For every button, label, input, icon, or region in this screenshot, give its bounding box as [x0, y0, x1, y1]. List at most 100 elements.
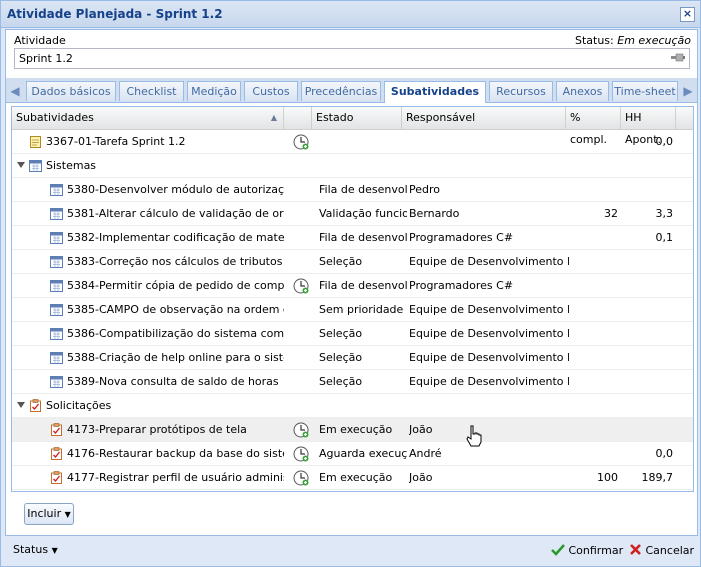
- tab-checklist[interactable]: Checklist: [119, 81, 184, 101]
- pct-compl-cell: [566, 298, 618, 322]
- subatividade-name[interactable]: 5381-Alterar cálculo de validação de ord…: [67, 202, 284, 226]
- expand-toggle-icon[interactable]: [17, 402, 25, 408]
- pct-compl-cell: [566, 442, 618, 466]
- calendar-icon: [50, 327, 63, 340]
- group-label: Solicitações: [46, 399, 112, 412]
- hh-apont-cell: 3,3: [655, 207, 674, 220]
- tab-subatividades[interactable]: Subatividades: [384, 81, 486, 103]
- timesheet-clock-icon[interactable]: [293, 470, 309, 486]
- col-header-estado[interactable]: Estado: [312, 107, 402, 129]
- calendar-icon: [50, 207, 63, 220]
- confirmar-button[interactable]: Confirmar: [551, 542, 623, 560]
- responsavel-cell: Equipe de Desenvolvimento ERP (: [409, 303, 569, 316]
- table-row[interactable]: 5380-Desenvolver módulo de autorização d…: [12, 178, 693, 202]
- subatividade-name[interactable]: 4176-Restaurar backup da base do sistema…: [67, 442, 284, 466]
- tab-recursos[interactable]: Recursos: [489, 81, 553, 101]
- atividade-label: Atividade: [14, 34, 66, 47]
- responsavel-cell: Programadores C#: [409, 279, 514, 292]
- hh-apont-cell: 0,1: [655, 231, 674, 244]
- check-icon: [551, 544, 565, 556]
- table-row[interactable]: 5383-Correção nos cálculos de tributos d…: [12, 250, 693, 274]
- estado-cell: Seleção: [319, 327, 363, 340]
- hh-apont-cell: 0,0: [655, 135, 674, 148]
- table-row[interactable]: 5385-CAMPO de observação na ordem de ...…: [12, 298, 693, 322]
- table-row[interactable]: 5381-Alterar cálculo de validação de ord…: [12, 202, 693, 226]
- grid-header: Subatividades ▲ Estado Responsável % comp…: [12, 107, 693, 146]
- table-row[interactable]: 5389-Nova consulta de saldo de horas Sele…: [12, 370, 693, 394]
- tab-time-sheet[interactable]: Time-sheet: [612, 81, 678, 101]
- table-row[interactable]: 3367-01-Tarefa Sprint 1.2 0,0: [12, 130, 693, 154]
- tab-precedencias[interactable]: Precedências: [301, 81, 381, 101]
- subatividade-name[interactable]: 5389-Nova consulta de saldo de horas: [67, 370, 284, 394]
- dialog-window: Atividade Planejada - Sprint 1.2 × Ativi…: [0, 0, 701, 567]
- table-row[interactable]: 4176-Restaurar backup da base do sistema…: [12, 442, 693, 466]
- hh-apont-cell: 0,0: [655, 447, 674, 460]
- close-button[interactable]: ×: [680, 7, 695, 22]
- status-menu-button[interactable]: Status ▼: [13, 543, 58, 556]
- subatividade-name[interactable]: 5388-Criação de help online para o siste…: [67, 346, 284, 370]
- group-row[interactable]: Sistemas: [12, 154, 693, 178]
- subatividade-name[interactable]: 5382-Implementar codificação de materiai…: [67, 226, 284, 250]
- estado-cell: Seleção: [319, 375, 363, 388]
- cancelar-button[interactable]: Cancelar: [629, 542, 694, 560]
- clipboard-icon: [50, 423, 63, 436]
- col-header-icon[interactable]: [284, 107, 312, 129]
- subatividade-name[interactable]: 4173-Preparar protótipos de tela: [67, 418, 284, 442]
- subatividade-name[interactable]: 5380-Desenvolver módulo de autorização d…: [67, 178, 284, 202]
- subatividade-name[interactable]: 5386-Compatibilização do sistema com o I…: [67, 322, 284, 346]
- table-row[interactable]: 5382-Implementar codificação de materiai…: [12, 226, 693, 250]
- timesheet-clock-icon[interactable]: [293, 446, 309, 462]
- pct-compl-cell: 32: [604, 207, 618, 220]
- timesheet-clock-icon[interactable]: [293, 134, 309, 150]
- col-header-responsavel[interactable]: Responsável: [402, 107, 566, 129]
- calendar-icon: [29, 159, 42, 172]
- pct-compl-cell: [566, 370, 618, 394]
- subatividade-name[interactable]: 3367-01-Tarefa Sprint 1.2: [46, 130, 284, 154]
- table-row[interactable]: 4173-Preparar protótipos de tela Em execu…: [12, 418, 693, 442]
- timesheet-clock-icon[interactable]: [293, 422, 309, 438]
- subatividade-name[interactable]: 5385-CAMPO de observação na ordem de ...: [67, 298, 284, 322]
- status-display: Status: Em execução: [575, 34, 691, 47]
- subatividade-name[interactable]: 4177-Registrar perfil de usuário adminis…: [67, 466, 284, 490]
- pct-compl-cell: [566, 130, 618, 154]
- pin-icon[interactable]: [671, 53, 685, 62]
- incluir-button[interactable]: Incluir ▼: [24, 503, 74, 525]
- tab-custos[interactable]: Custos: [244, 81, 298, 101]
- table-row[interactable]: 5388-Criação de help online para o siste…: [12, 346, 693, 370]
- pct-compl-cell: [566, 322, 618, 346]
- col-header-hh-apont[interactable]: HH Apont.: [621, 107, 676, 146]
- col-header-label: Subatividades: [16, 111, 94, 124]
- tab-scroll-left-icon[interactable]: ◀: [8, 82, 22, 100]
- col-header-subatividades[interactable]: Subatividades ▲: [12, 107, 284, 129]
- cancelar-label: Cancelar: [645, 544, 695, 557]
- hh-apont-cell: [621, 178, 673, 202]
- hh-apont-cell: [621, 346, 673, 370]
- table-row[interactable]: 5384-Permitir cópia de pedido de compras…: [12, 274, 693, 298]
- calendar-icon: [50, 375, 63, 388]
- dropdown-arrow-icon: ▼: [64, 510, 71, 519]
- estado-cell: Validação funcion: [319, 207, 407, 220]
- title-bar[interactable]: Atividade Planejada - Sprint 1.2 ×: [1, 1, 700, 28]
- calendar-icon: [50, 231, 63, 244]
- subatividade-name[interactable]: 5383-Correção nos cálculos de tributos d…: [67, 250, 284, 274]
- tab-medicao[interactable]: Medição: [187, 81, 241, 101]
- atividade-field[interactable]: Sprint 1.2: [14, 48, 690, 69]
- responsavel-cell: Bernardo: [409, 207, 460, 220]
- pct-compl-cell: [566, 178, 618, 202]
- status-value: Em execução: [617, 34, 691, 47]
- timesheet-clock-icon[interactable]: [293, 278, 309, 294]
- expand-toggle-icon[interactable]: [17, 162, 25, 168]
- group-row[interactable]: Solicitações: [12, 394, 693, 418]
- subatividade-name[interactable]: 5384-Permitir cópia de pedido de compras: [67, 274, 284, 298]
- tab-anexos[interactable]: Anexos: [556, 81, 609, 101]
- hh-apont-cell: 189,7: [641, 471, 674, 484]
- col-header-pct-compl[interactable]: % compl.: [566, 107, 621, 146]
- cross-icon: [630, 544, 641, 555]
- estado-cell: Fila de desenvolvi: [319, 279, 407, 292]
- tab-scroll-right-icon[interactable]: ▶: [681, 82, 695, 100]
- sort-asc-icon: ▲: [270, 113, 277, 122]
- hh-apont-cell: [621, 322, 673, 346]
- table-row[interactable]: 4177-Registrar perfil de usuário adminis…: [12, 466, 693, 490]
- tab-dados-basicos[interactable]: Dados básicos: [26, 81, 116, 101]
- table-row[interactable]: 5386-Compatibilização do sistema com o I…: [12, 322, 693, 346]
